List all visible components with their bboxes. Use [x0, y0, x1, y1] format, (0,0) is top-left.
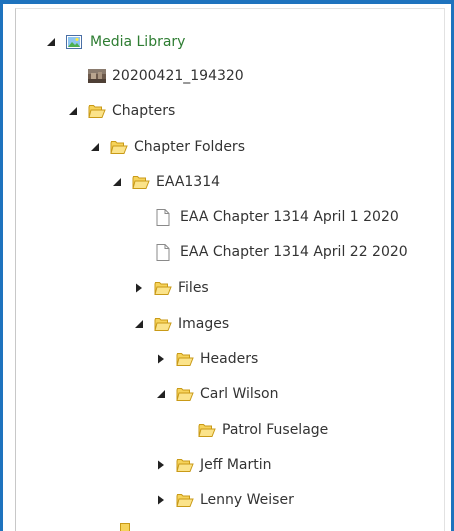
- folder-icon: [176, 351, 194, 367]
- collapsed-arrow-icon[interactable]: [154, 493, 168, 507]
- document-icon: [156, 243, 174, 261]
- media-library-icon: [66, 34, 84, 50]
- tree-node-document[interactable]: EAA Chapter 1314 April 22 2020: [134, 239, 408, 265]
- photo-thumbnail-icon: [88, 68, 106, 84]
- folder-icon: [154, 280, 172, 296]
- folder-icon: [120, 523, 130, 531]
- tree-node-files[interactable]: Files: [132, 275, 209, 301]
- folder-icon: [198, 422, 216, 438]
- tree-node-document[interactable]: EAA Chapter 1314 April 1 2020: [134, 204, 399, 230]
- tree-node-images[interactable]: Images: [132, 311, 229, 337]
- tree-node-label: Patrol Fuselage: [222, 422, 329, 438]
- tree-node-label: EAA Chapter 1314 April 22 2020: [180, 244, 408, 260]
- tree-node-label: 20200421_194320: [112, 68, 244, 84]
- no-toggle-spacer: [66, 69, 80, 83]
- tree-node-eaa1314[interactable]: EAA1314: [110, 169, 220, 195]
- folder-icon: [176, 457, 194, 473]
- tree-node-label: Images: [178, 316, 230, 332]
- no-toggle-spacer: [176, 423, 190, 437]
- tree-node-label: Jeff Martin: [200, 457, 272, 473]
- tree-node-carl-wilson[interactable]: Carl Wilson: [154, 381, 279, 407]
- no-toggle-spacer: [134, 245, 148, 259]
- folder-icon: [88, 103, 106, 119]
- tree-node-label: Carl Wilson: [200, 386, 279, 402]
- folder-icon: [154, 316, 172, 332]
- expanded-arrow-icon[interactable]: [88, 140, 102, 154]
- folder-icon: [176, 386, 194, 402]
- tree-node-label: EAA1314: [156, 174, 221, 190]
- expanded-arrow-icon[interactable]: [66, 104, 80, 118]
- folder-icon: [110, 139, 128, 155]
- expanded-arrow-icon[interactable]: [132, 317, 146, 331]
- tree-node-photo[interactable]: 20200421_194320: [66, 63, 244, 89]
- expanded-arrow-icon[interactable]: [110, 175, 124, 189]
- tree-node-label: Chapter Folders: [134, 139, 245, 155]
- tree-node-label: Lenny Weiser: [200, 492, 294, 508]
- tree-node-media-library[interactable]: Media Library: [44, 29, 185, 55]
- folder-icon: [132, 174, 150, 190]
- collapsed-arrow-icon[interactable]: [132, 281, 146, 295]
- tree-node-patrol-fuselage[interactable]: Patrol Fuselage: [176, 417, 328, 443]
- tree-node-label: EAA Chapter 1314 April 1 2020: [180, 209, 399, 225]
- partial-tree-row: [0, 523, 454, 531]
- tree-node-chapters[interactable]: Chapters: [66, 98, 175, 124]
- tree-node-label: Files: [178, 280, 209, 296]
- tree-node-chapter-folders[interactable]: Chapter Folders: [88, 134, 245, 160]
- collapsed-arrow-icon[interactable]: [154, 352, 168, 366]
- collapsed-arrow-icon[interactable]: [154, 458, 168, 472]
- expanded-arrow-icon[interactable]: [154, 387, 168, 401]
- tree-node-label: Chapters: [112, 103, 176, 119]
- tree-node-label: Media Library: [90, 34, 186, 50]
- tree-node-label: Headers: [200, 351, 259, 367]
- tree-node-jeff-martin[interactable]: Jeff Martin: [154, 452, 272, 478]
- document-icon: [156, 208, 174, 226]
- expanded-arrow-icon[interactable]: [44, 35, 58, 49]
- tree-node-headers[interactable]: Headers: [154, 346, 258, 372]
- tree-node-lenny-weiser[interactable]: Lenny Weiser: [154, 487, 294, 513]
- no-toggle-spacer: [134, 210, 148, 224]
- folder-icon: [176, 492, 194, 508]
